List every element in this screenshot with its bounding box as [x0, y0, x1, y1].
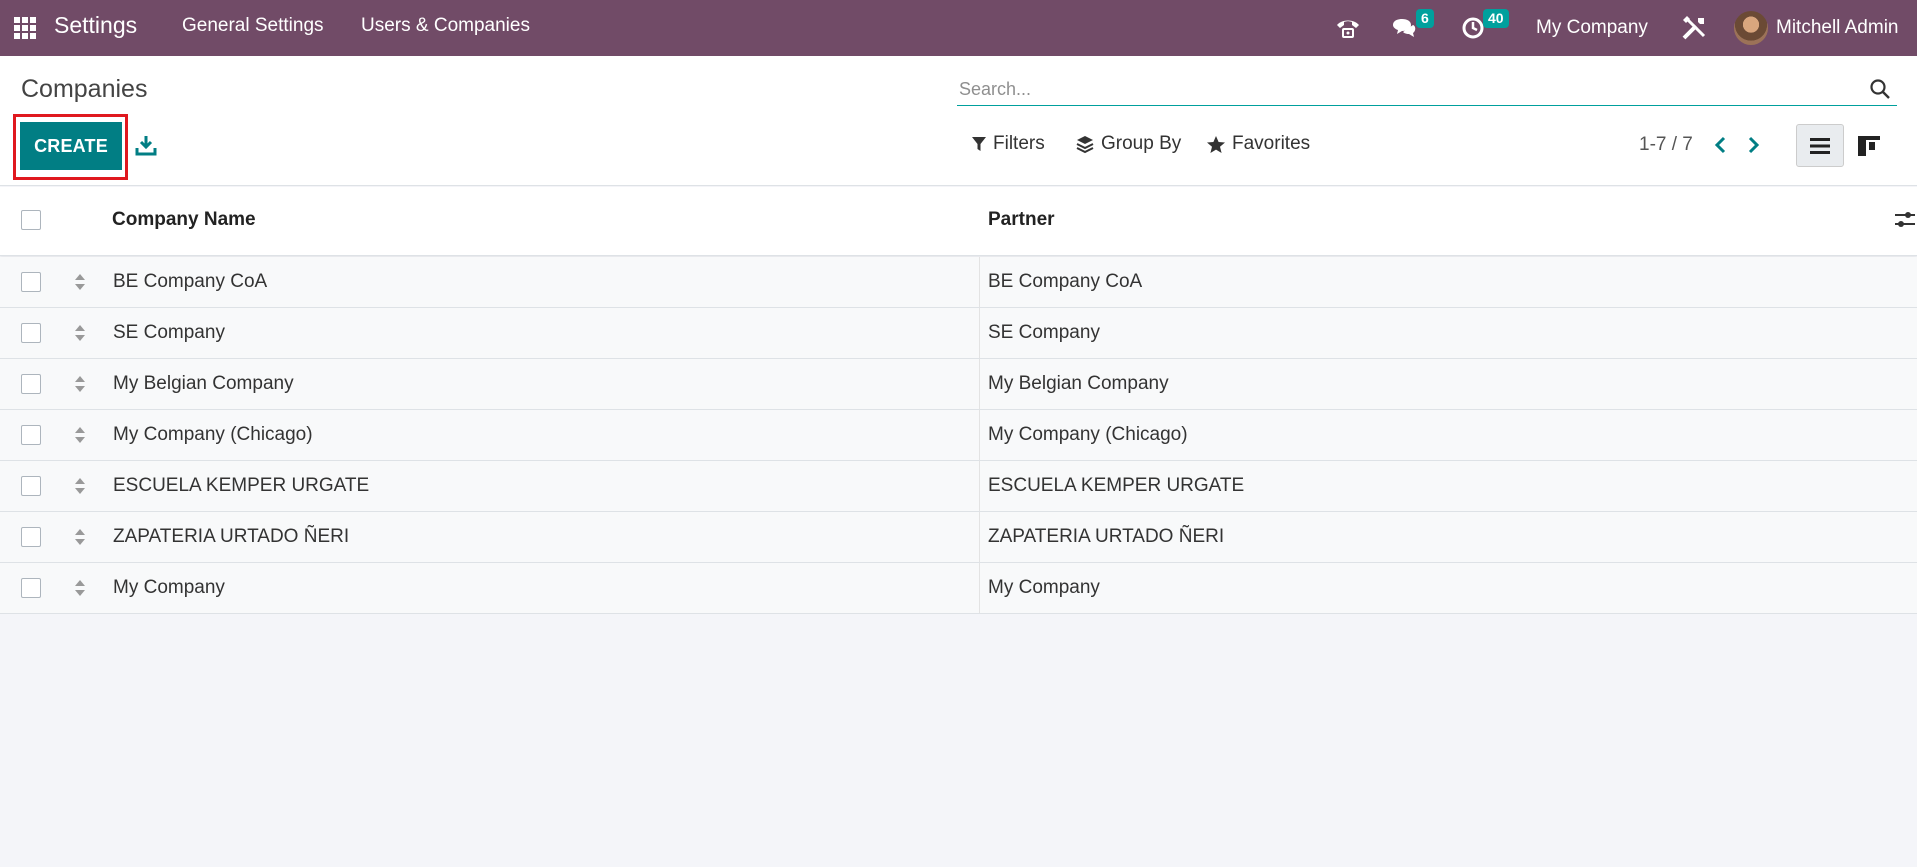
app-title[interactable]: Settings	[54, 12, 137, 39]
drag-handle-icon[interactable]	[73, 527, 87, 547]
row-checkbox[interactable]	[21, 476, 41, 496]
download-icon[interactable]	[135, 134, 157, 156]
list-view-icon	[1810, 137, 1830, 154]
table-row[interactable]: ESCUELA KEMPER URGATE ESCUELA KEMPER URG…	[0, 461, 1917, 512]
drag-handle-icon[interactable]	[73, 323, 87, 343]
column-header-company-name[interactable]: Company Name	[112, 209, 256, 231]
control-panel: Companies	[0, 56, 1917, 186]
column-divider	[979, 257, 980, 307]
chevron-left-icon[interactable]	[1711, 133, 1731, 157]
kanban-view-icon	[1858, 135, 1880, 156]
partner-cell: My Belgian Company	[988, 373, 1169, 394]
kanban-view-button[interactable]	[1845, 124, 1893, 167]
company-name-cell: My Belgian Company	[113, 373, 294, 394]
column-header-partner[interactable]: Partner	[988, 209, 1055, 231]
company-switcher[interactable]: My Company	[1536, 0, 1648, 56]
drag-handle-icon[interactable]	[73, 425, 87, 445]
partner-cell: My Company	[988, 577, 1100, 598]
partner-cell: ZAPATERIA URTADO ÑERI	[988, 526, 1225, 547]
drag-handle-icon[interactable]	[73, 578, 87, 598]
search-box	[957, 72, 1897, 106]
avatar	[1734, 11, 1768, 45]
phone-icon[interactable]	[1334, 0, 1362, 56]
partner-cell: My Company (Chicago)	[988, 424, 1188, 445]
search-icon[interactable]	[1869, 78, 1891, 100]
user-menu[interactable]: Mitchell Admin	[1734, 0, 1899, 56]
search-input[interactable]	[959, 76, 1839, 102]
group-by-label: Group By	[1101, 133, 1182, 154]
top-navbar: Settings General Settings Users & Compan…	[0, 0, 1917, 56]
chevron-right-icon[interactable]	[1743, 133, 1763, 157]
table-row[interactable]: My Company (Chicago) My Company (Chicago…	[0, 410, 1917, 461]
column-divider	[979, 410, 980, 460]
row-checkbox[interactable]	[21, 527, 41, 547]
create-button[interactable]: CREATE	[20, 122, 122, 170]
favorites-button[interactable]: Favorites	[1206, 133, 1310, 155]
drag-handle-icon[interactable]	[73, 272, 87, 292]
favorites-label: Favorites	[1232, 133, 1311, 154]
column-divider	[979, 359, 980, 409]
row-checkbox[interactable]	[21, 578, 41, 598]
menu-general-settings[interactable]: General Settings	[182, 15, 324, 37]
table-row[interactable]: My Company My Company	[0, 563, 1917, 614]
tools-icon[interactable]	[1680, 0, 1708, 56]
row-checkbox[interactable]	[21, 374, 41, 394]
apps-grid-icon[interactable]	[14, 17, 36, 39]
partner-cell: SE Company	[988, 322, 1100, 343]
row-checkbox[interactable]	[21, 425, 41, 445]
table-header: Company Name Partner	[0, 187, 1917, 256]
filters-label: Filters	[993, 133, 1045, 154]
filters-button[interactable]: Filters	[971, 133, 1045, 155]
column-settings-icon[interactable]	[1893, 208, 1917, 232]
select-all-checkbox[interactable]	[21, 210, 41, 230]
page-title: Companies	[21, 75, 148, 103]
company-name-cell: My Company	[113, 577, 225, 598]
row-checkbox[interactable]	[21, 272, 41, 292]
chat-icon[interactable]	[1391, 0, 1417, 56]
column-divider	[979, 461, 980, 511]
clock-icon[interactable]	[1461, 0, 1485, 56]
table-row[interactable]: ZAPATERIA URTADO ÑERI ZAPATERIA URTADO Ñ…	[0, 512, 1917, 563]
list-view-button[interactable]	[1796, 124, 1844, 167]
filter-icon	[972, 137, 986, 151]
company-name-cell: ZAPATERIA URTADO ÑERI	[113, 526, 350, 547]
table-row[interactable]: My Belgian Company My Belgian Company	[0, 359, 1917, 410]
partner-cell: ESCUELA KEMPER URGATE	[988, 475, 1245, 496]
partner-cell: BE Company CoA	[988, 271, 1143, 292]
table-row[interactable]: SE Company SE Company	[0, 308, 1917, 359]
activities-badge: 40	[1483, 9, 1509, 28]
layers-icon	[1076, 136, 1094, 154]
drag-handle-icon[interactable]	[73, 476, 87, 496]
company-name-cell: SE Company	[113, 322, 225, 343]
user-name: Mitchell Admin	[1776, 17, 1899, 38]
row-checkbox[interactable]	[21, 323, 41, 343]
company-name-cell: ESCUELA KEMPER URGATE	[113, 475, 370, 496]
table-row[interactable]: BE Company CoA BE Company CoA	[0, 257, 1917, 308]
drag-handle-icon[interactable]	[73, 374, 87, 394]
messages-badge: 6	[1416, 9, 1434, 28]
pager-value[interactable]: 1-7 / 7	[1639, 134, 1693, 156]
company-name-cell: My Company (Chicago)	[113, 424, 313, 445]
group-by-button[interactable]: Group By	[1075, 133, 1181, 155]
menu-users-companies[interactable]: Users & Companies	[361, 15, 530, 37]
star-icon	[1207, 135, 1225, 153]
column-divider	[979, 563, 980, 613]
column-divider	[979, 308, 980, 358]
company-name-cell: BE Company CoA	[113, 271, 268, 292]
column-divider	[979, 512, 980, 562]
